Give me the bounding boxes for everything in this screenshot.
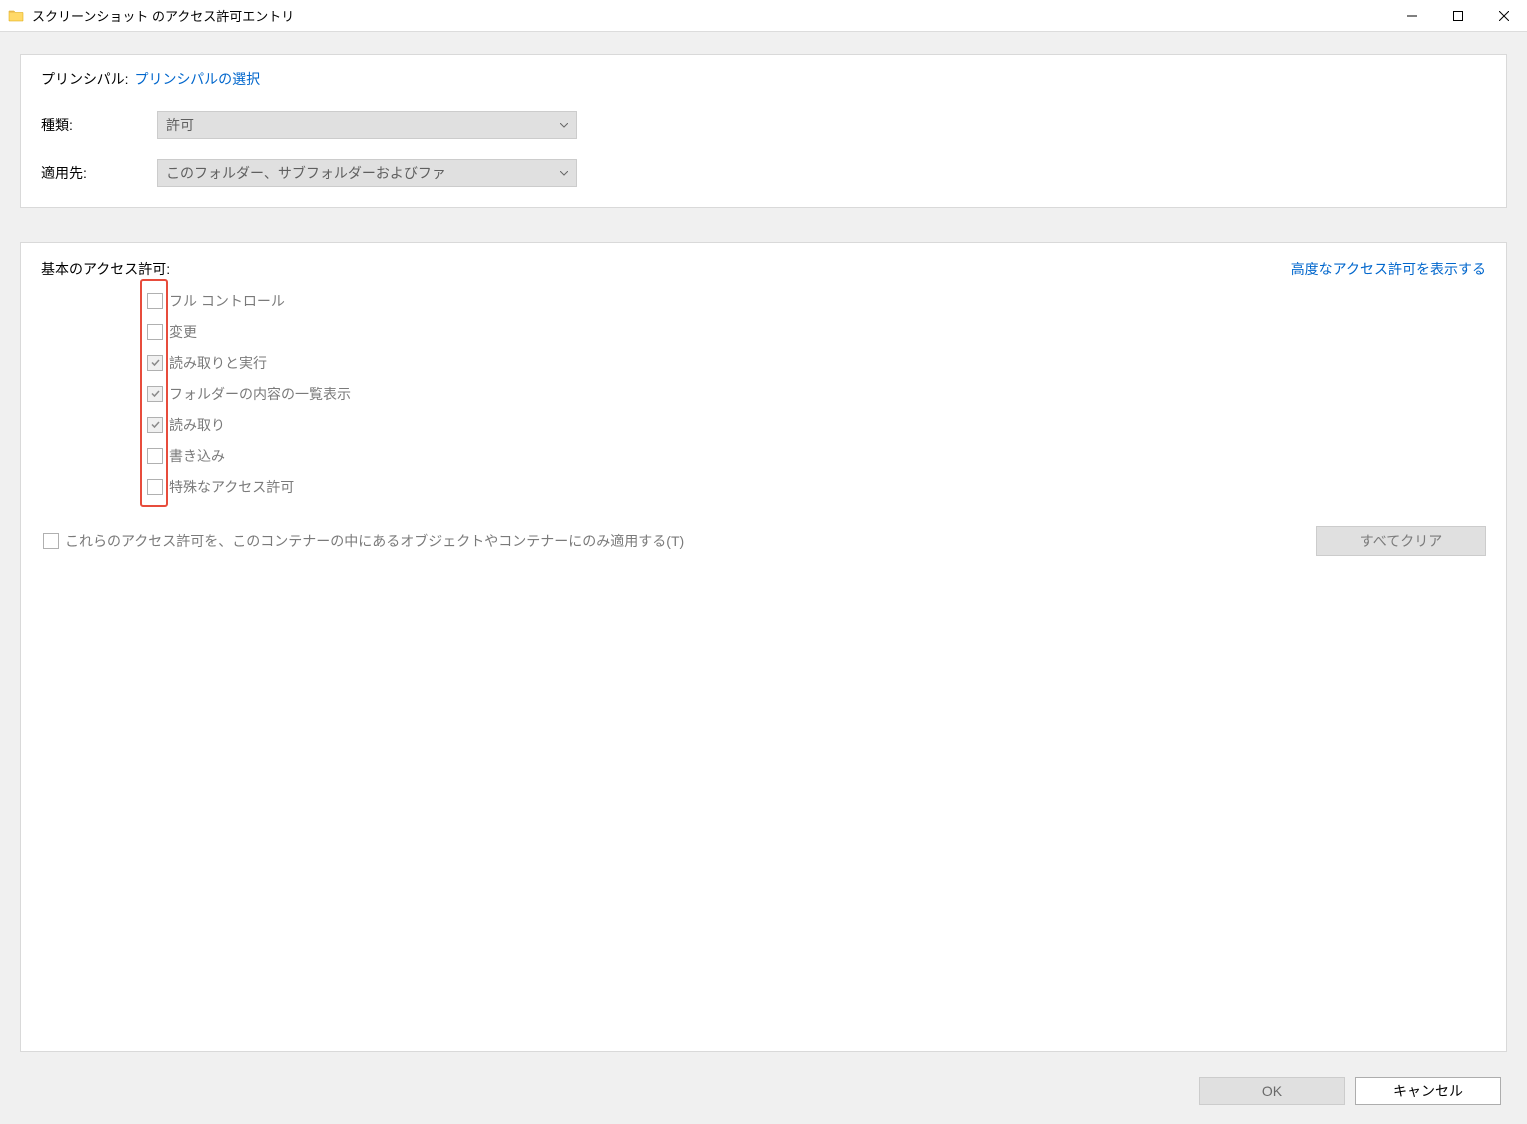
principal-row: プリンシパル: プリンシパルの選択 — [41, 69, 1486, 89]
folder-icon — [8, 8, 24, 24]
principal-panel: プリンシパル: プリンシパルの選択 種類: 許可 適用先: このフォルダー、サブ… — [20, 54, 1507, 208]
type-select[interactable]: 許可 — [157, 111, 577, 139]
principal-label: プリンシパル: — [41, 69, 128, 89]
clear-all-button[interactable]: すべてクリア — [1316, 526, 1486, 556]
perm-read-execute: 読み取りと実行 — [147, 347, 351, 378]
cancel-button[interactable]: キャンセル — [1355, 1077, 1501, 1105]
perm-checkbox-special[interactable] — [147, 479, 163, 495]
perm-special: 特殊なアクセス許可 — [147, 471, 351, 502]
basic-permissions-label: 基本のアクセス許可: — [41, 259, 170, 279]
perm-label: フォルダーの内容の一覧表示 — [169, 384, 351, 404]
ok-button[interactable]: OK — [1199, 1077, 1345, 1105]
perm-checkbox-write[interactable] — [147, 448, 163, 464]
perm-label: 読み取りと実行 — [169, 353, 267, 373]
principal-select-link[interactable]: プリンシパルの選択 — [134, 69, 260, 89]
permissions-container: フル コントロール 変更 読み取りと実行 フォルダーの内容の一覧表示 — [143, 281, 1486, 506]
title-bar: スクリーンショット のアクセス許可エントリ — [0, 0, 1527, 32]
window-controls — [1389, 0, 1527, 31]
chevron-down-icon — [560, 120, 568, 131]
maximize-button[interactable] — [1435, 0, 1481, 31]
perm-checkbox-read-execute[interactable] — [147, 355, 163, 371]
perm-checkbox-full-control[interactable] — [147, 293, 163, 309]
applies-to-select[interactable]: このフォルダー、サブフォルダーおよびファ — [157, 159, 577, 187]
perm-label: フル コントロール — [169, 291, 285, 311]
perm-label: 読み取り — [169, 415, 225, 435]
perm-checkbox-read[interactable] — [147, 417, 163, 433]
dialog-footer: OK キャンセル — [20, 1072, 1507, 1124]
perm-write: 書き込み — [147, 440, 351, 471]
minimize-button[interactable] — [1389, 0, 1435, 31]
apply-only-row: これらのアクセス許可を、このコンテナーの中にあるオブジェクトやコンテナーにのみ適… — [41, 526, 1486, 556]
apply-only-container: これらのアクセス許可を、このコンテナーの中にあるオブジェクトやコンテナーにのみ適… — [43, 531, 684, 551]
apply-only-label: これらのアクセス許可を、このコンテナーの中にあるオブジェクトやコンテナーにのみ適… — [65, 531, 684, 551]
permissions-list: フル コントロール 変更 読み取りと実行 フォルダーの内容の一覧表示 — [143, 281, 355, 506]
content-area: プリンシパル: プリンシパルの選択 種類: 許可 適用先: このフォルダー、サブ… — [0, 32, 1527, 1124]
apply-only-checkbox[interactable] — [43, 533, 59, 549]
applies-to-select-value: このフォルダー、サブフォルダーおよびファ — [166, 163, 446, 183]
basic-permissions-header: 基本のアクセス許可: 高度なアクセス許可を表示する — [41, 259, 1486, 279]
type-select-value: 許可 — [166, 115, 194, 135]
close-button[interactable] — [1481, 0, 1527, 31]
type-label: 種類: — [41, 115, 157, 135]
perm-modify: 変更 — [147, 316, 351, 347]
perm-label: 特殊なアクセス許可 — [169, 477, 294, 497]
permissions-panel: 基本のアクセス許可: 高度なアクセス許可を表示する フル コントロール 変更 読… — [20, 242, 1507, 1052]
type-row: 種類: 許可 — [41, 111, 1486, 139]
perm-read: 読み取り — [147, 409, 351, 440]
perm-label: 書き込み — [169, 446, 225, 466]
chevron-down-icon — [560, 168, 568, 179]
perm-checkbox-modify[interactable] — [147, 324, 163, 340]
applies-to-label: 適用先: — [41, 163, 157, 183]
perm-list-folder: フォルダーの内容の一覧表示 — [147, 378, 351, 409]
applies-to-row: 適用先: このフォルダー、サブフォルダーおよびファ — [41, 159, 1486, 187]
perm-label: 変更 — [169, 322, 197, 342]
perm-full-control: フル コントロール — [147, 285, 351, 316]
window-title: スクリーンショット のアクセス許可エントリ — [32, 6, 1389, 25]
show-advanced-link[interactable]: 高度なアクセス許可を表示する — [1291, 259, 1486, 279]
perm-checkbox-list-folder[interactable] — [147, 386, 163, 402]
